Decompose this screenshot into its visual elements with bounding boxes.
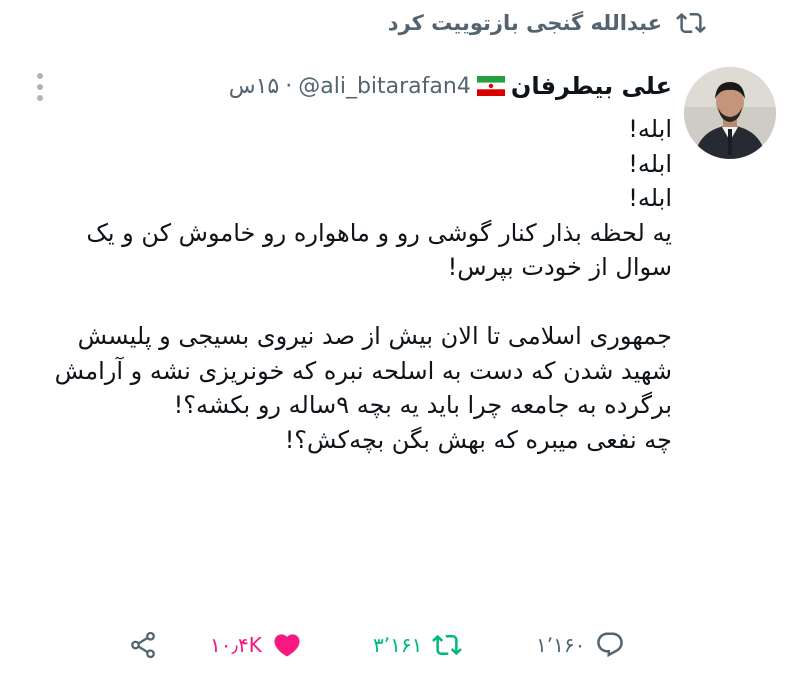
author-handle[interactable]: @ali_bitarafan4 bbox=[298, 74, 471, 99]
more-options-icon[interactable] bbox=[33, 72, 47, 102]
tweet-header: علی بیطرفان @ali_bitarafan4 · ۱۵س bbox=[229, 72, 672, 100]
reply-count: ۱٬۱۶۰ bbox=[536, 633, 586, 657]
reply-button[interactable]: ۱٬۱۶۰ bbox=[536, 622, 625, 668]
retweet-active-icon bbox=[432, 634, 463, 656]
share-button[interactable] bbox=[128, 622, 158, 668]
like-button[interactable]: ۱۰٫۴K bbox=[210, 622, 302, 668]
retweet-context-text: عبدالله گنجی بازتوییت کرد bbox=[387, 11, 662, 35]
author-name[interactable]: علی بیطرفان bbox=[511, 72, 672, 100]
author-avatar[interactable] bbox=[684, 67, 776, 159]
retweet-context[interactable]: عبدالله گنجی بازتوییت کرد bbox=[388, 8, 706, 38]
iran-flag-icon bbox=[476, 76, 505, 96]
tweet-timestamp[interactable]: ۱۵س bbox=[229, 74, 280, 99]
retweet-icon bbox=[676, 12, 706, 34]
tweet-page: عبدالله گنجی بازتوییت کرد علی بیطرفان @a… bbox=[0, 0, 800, 692]
tweet-text: ابله! ابله! ابله! یه لحظه بذار کنار گوشی… bbox=[54, 115, 672, 454]
reply-icon bbox=[597, 632, 624, 658]
avatar-photo bbox=[684, 67, 776, 159]
retweet-count: ۳٬۱۶۱ bbox=[373, 633, 423, 657]
header-separator: · bbox=[285, 73, 293, 99]
retweet-button[interactable]: ۳٬۱۶۱ bbox=[373, 622, 463, 668]
share-icon bbox=[131, 631, 155, 659]
tweet-action-bar: ۱٬۱۶۰ ۳٬۱۶۱ ۱۰٫۴K bbox=[0, 622, 800, 668]
like-count: ۱۰٫۴K bbox=[210, 633, 262, 657]
heart-filled-icon bbox=[274, 634, 300, 657]
